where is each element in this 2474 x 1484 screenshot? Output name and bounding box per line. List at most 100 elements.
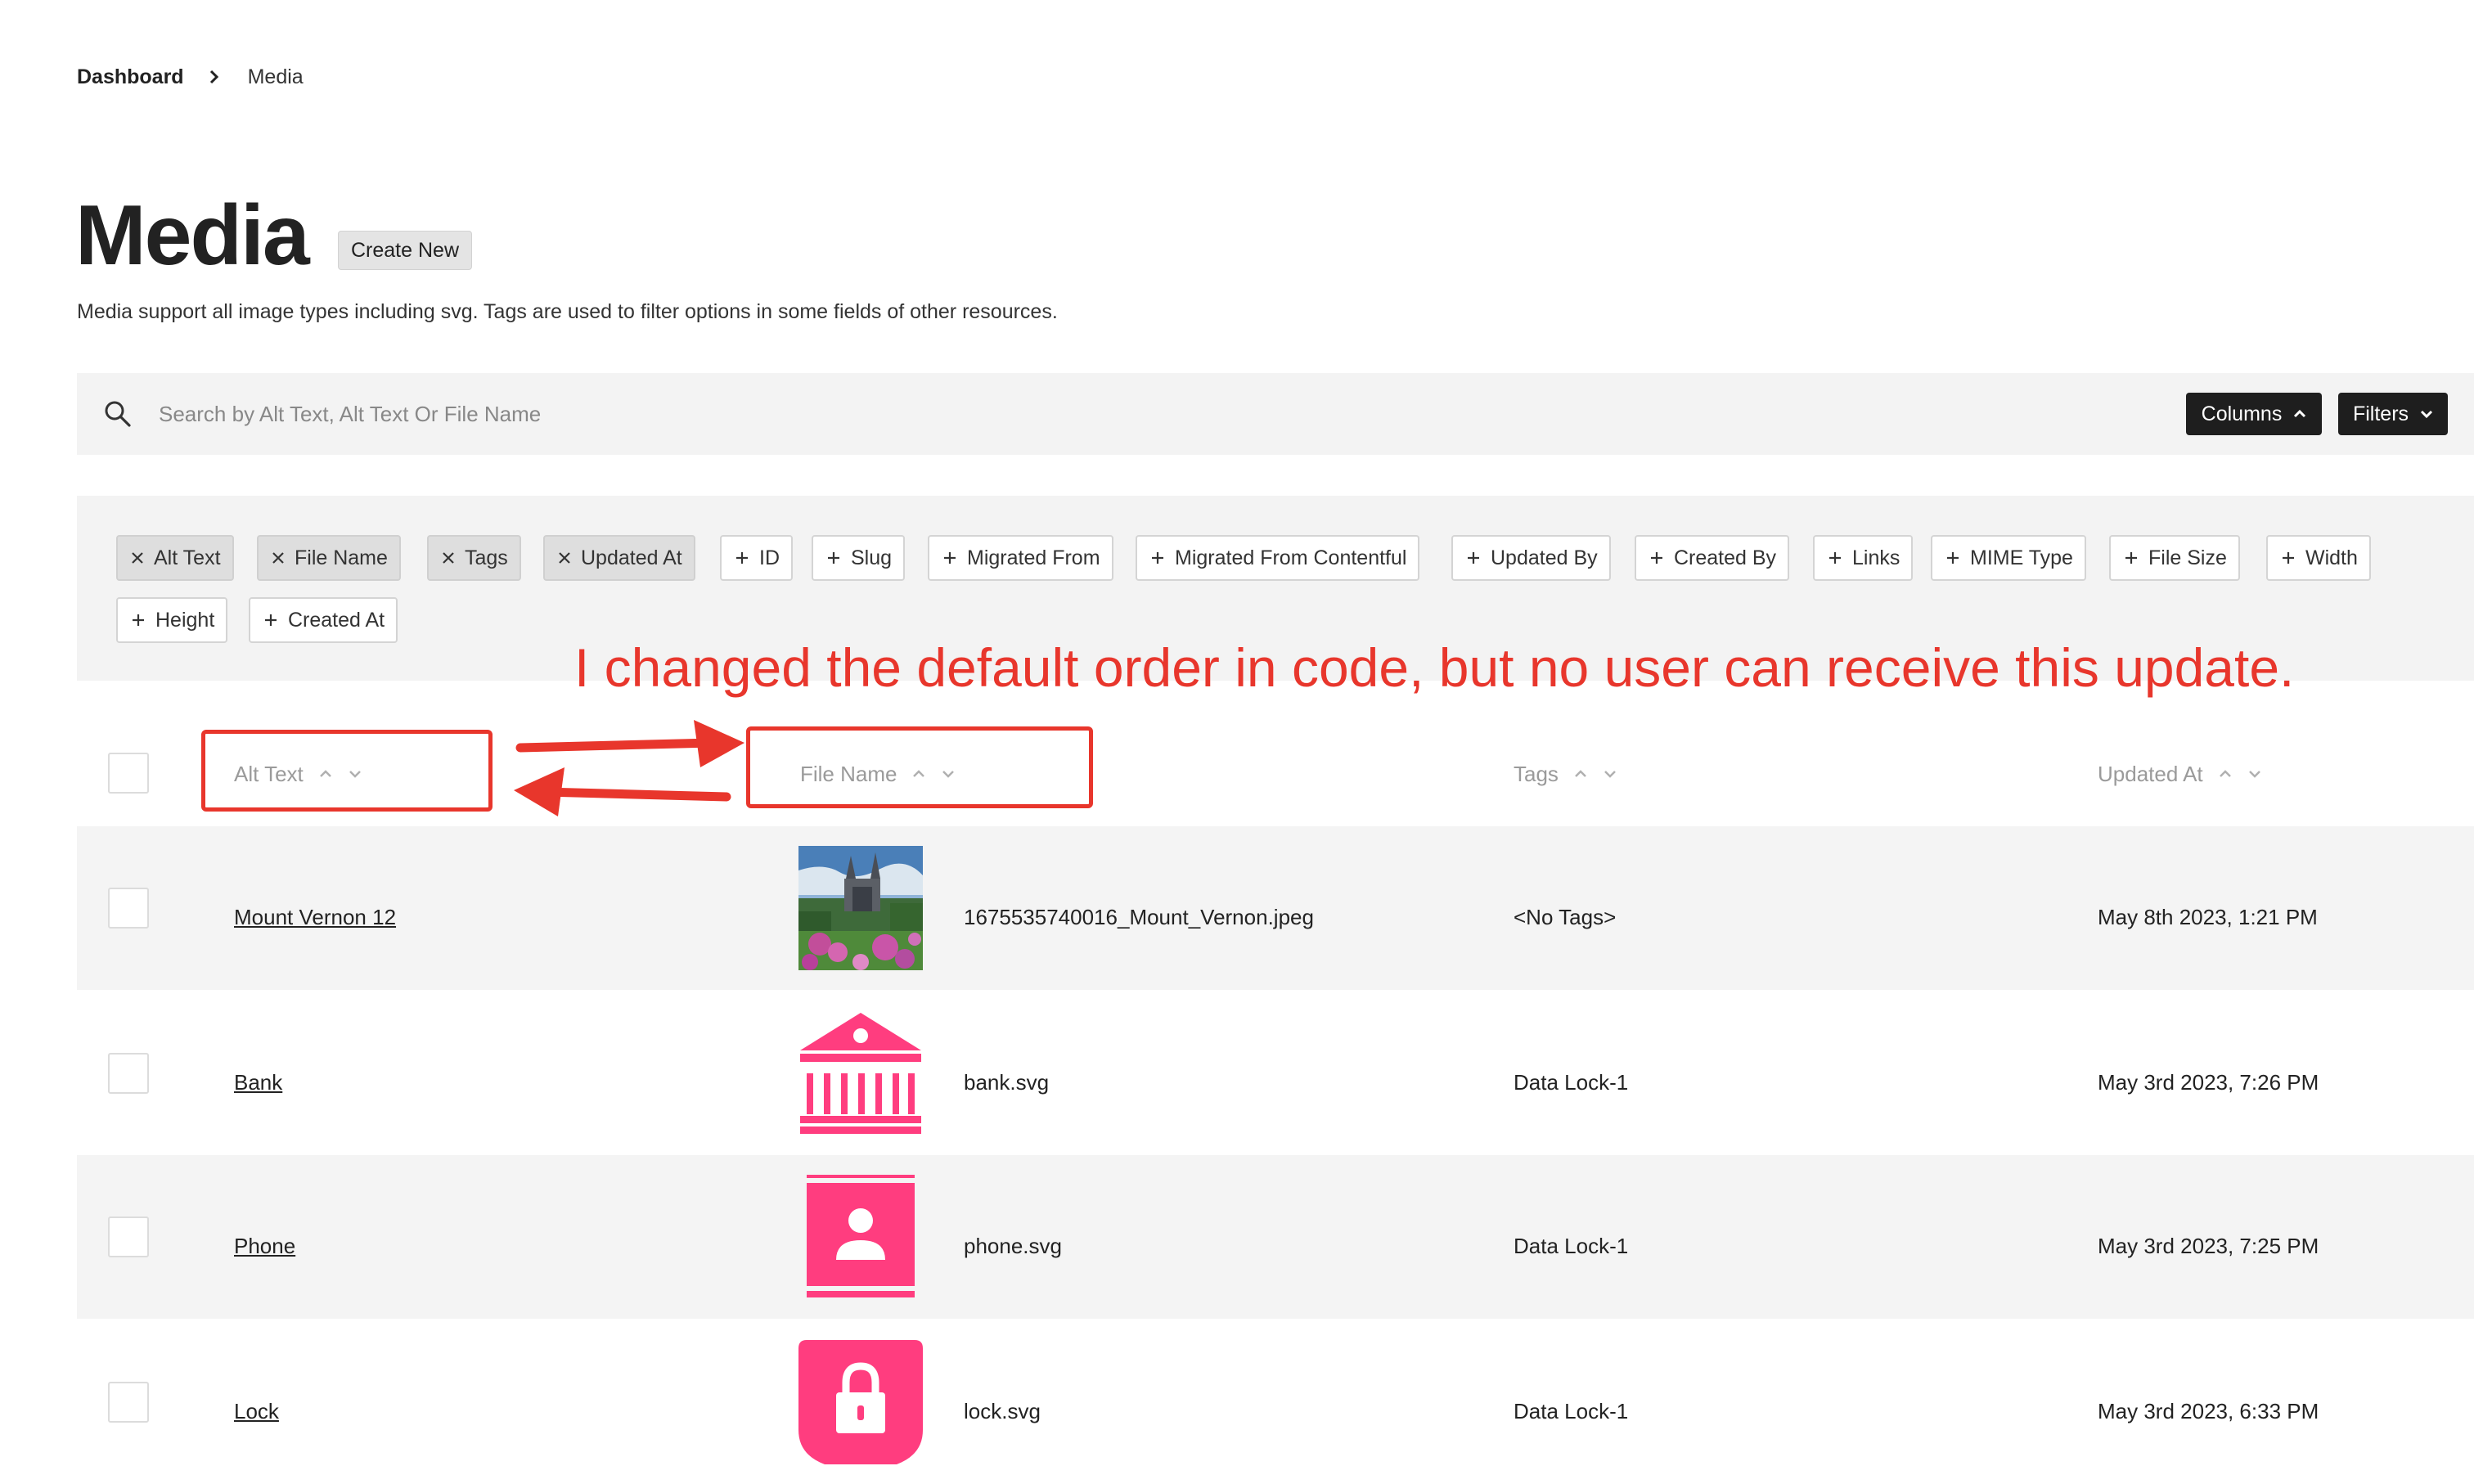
close-icon (132, 552, 143, 564)
row-updated-at: May 3rd 2023, 6:33 PM (2098, 1399, 2319, 1423)
plus-icon (1152, 552, 1163, 564)
column-pill-label: File Name (295, 546, 388, 569)
columns-button[interactable]: Columns (2186, 393, 2322, 435)
column-pill-label: Created At (288, 608, 385, 632)
mount-vernon-photo-thumbnail[interactable] (798, 846, 923, 970)
row-updated-at: May 3rd 2023, 7:26 PM (2098, 1070, 2319, 1095)
filters-button[interactable]: Filters (2338, 393, 2448, 435)
row-file-name: bank.svg (964, 1070, 1050, 1095)
column-pill-width[interactable]: Width (2266, 535, 2371, 581)
plus-icon (133, 614, 144, 626)
row-file-name: phone.svg (964, 1234, 1062, 1258)
table-row[interactable]: Mount Vernon 12 1675535740016_Mount_Vern… (77, 826, 2474, 990)
column-pill-migrated-from-contentful[interactable]: Migrated From Contentful (1136, 535, 1420, 581)
bank-icon[interactable] (798, 1011, 923, 1135)
row-tags: <No Tags> (1514, 905, 1617, 929)
column-pill-id[interactable]: ID (720, 535, 793, 581)
column-pill-label: Created By (1674, 546, 1777, 569)
chevron-right-icon (209, 69, 220, 85)
row-file-name: lock.svg (964, 1399, 1041, 1423)
row-tags: Data Lock-1 (1514, 1234, 1629, 1258)
columns-button-label: Columns (2201, 402, 2283, 425)
column-header-tags[interactable]: Tags (1514, 756, 1617, 792)
search-bar: Columns Filters (77, 373, 2474, 455)
chevron-up-icon (2294, 409, 2306, 418)
row-checkbox[interactable] (108, 1382, 149, 1423)
row-tags: Data Lock-1 (1514, 1070, 1629, 1095)
filters-button-label: Filters (2352, 402, 2409, 425)
sort-descending-icon[interactable] (2247, 769, 2262, 779)
close-icon (272, 552, 284, 564)
column-pill-migrated-from[interactable]: Migrated From (928, 535, 1113, 581)
column-pill-updated-at[interactable]: Updated At (543, 535, 695, 581)
close-icon (443, 552, 454, 564)
breadcrumb-dashboard-link[interactable]: Dashboard (77, 65, 184, 89)
create-new-button[interactable]: Create New (338, 231, 472, 270)
sort-descending-icon[interactable] (1603, 769, 1617, 779)
column-pill-label: Alt Text (154, 546, 221, 569)
column-pill-links[interactable]: Links (1813, 535, 1914, 581)
annotation-text: I changed the default order in code, but… (574, 637, 2295, 698)
table-row[interactable]: Lock lock.svg Data Lock-1 May 3rd 2023, … (77, 1320, 2474, 1484)
column-pill-label: Migrated From (967, 546, 1100, 569)
search-icon (103, 399, 133, 429)
column-pill-label: File Size (2148, 546, 2227, 569)
column-header-updated-at[interactable]: Updated At (2098, 756, 2262, 792)
page-title: Media (75, 188, 310, 283)
column-pill-slug[interactable]: Slug (812, 535, 906, 581)
plus-icon (944, 552, 956, 564)
row-file-name: 1675535740016_Mount_Vernon.jpeg (964, 905, 1314, 929)
plus-icon (736, 552, 748, 564)
plus-icon (1651, 552, 1662, 564)
row-alt-text-link[interactable]: Lock (234, 1399, 279, 1424)
row-alt-text-link[interactable]: Bank (234, 1070, 282, 1095)
plus-icon (1468, 552, 1479, 564)
column-header-label: File Name (800, 761, 897, 786)
row-checkbox[interactable] (108, 1216, 149, 1257)
phone-icon[interactable] (798, 1175, 923, 1299)
close-icon (559, 552, 570, 564)
breadcrumb-current: Media (247, 65, 304, 88)
column-pill-file-size[interactable]: File Size (2109, 535, 2240, 581)
plus-icon (1947, 552, 1959, 564)
column-pill-alt-text[interactable]: Alt Text (116, 535, 234, 581)
table-row[interactable]: Bank bank.svg Data Lock-1 May 3rd 2023, … (77, 992, 2474, 1155)
sort-descending-icon[interactable] (348, 769, 362, 779)
row-alt-text-link[interactable]: Phone (234, 1234, 295, 1259)
plus-icon (265, 614, 277, 626)
sort-descending-icon[interactable] (941, 769, 956, 779)
column-pill-label: Height (155, 608, 215, 632)
select-all-checkbox[interactable] (108, 753, 149, 794)
column-header-alt-text[interactable]: Alt Text (234, 756, 362, 792)
column-pill-label: Links (1852, 546, 1900, 569)
column-pill-updated-by[interactable]: Updated By (1451, 535, 1611, 581)
page-description: Media support all image types including … (77, 300, 1058, 323)
column-pill-file-name[interactable]: File Name (257, 535, 401, 581)
column-header-label: Tags (1514, 761, 1559, 786)
row-updated-at: May 3rd 2023, 7:25 PM (2098, 1234, 2319, 1258)
breadcrumb: Dashboard Media (77, 61, 304, 93)
column-pill-label: MIME Type (1970, 546, 2073, 569)
table-row[interactable]: Phone phone.svg Data Lock-1 May 3rd 2023… (77, 1155, 2474, 1319)
column-pill-tags[interactable]: Tags (427, 535, 521, 581)
column-pill-mime-type[interactable]: MIME Type (1931, 535, 2086, 581)
lock-icon[interactable] (798, 1340, 923, 1464)
column-pill-created-by[interactable]: Created By (1635, 535, 1790, 581)
search-input[interactable] (159, 393, 1631, 435)
row-alt-text-link[interactable]: Mount Vernon 12 (234, 905, 396, 930)
plus-icon (2125, 552, 2137, 564)
row-checkbox[interactable] (108, 1053, 149, 1094)
sort-ascending-icon[interactable] (1573, 769, 1588, 779)
row-checkbox[interactable] (108, 888, 149, 929)
column-pill-label: Updated By (1491, 546, 1598, 569)
column-pill-height[interactable]: Height (116, 597, 228, 643)
sort-ascending-icon[interactable] (2218, 769, 2233, 779)
column-header-label: Alt Text (234, 761, 304, 786)
plus-icon (828, 552, 839, 564)
row-tags: Data Lock-1 (1514, 1399, 1629, 1423)
column-pill-created-at[interactable]: Created At (249, 597, 398, 643)
sort-ascending-icon[interactable] (318, 769, 333, 779)
column-pill-label: Width (2305, 546, 2358, 569)
column-header-file-name[interactable]: File Name (800, 756, 956, 792)
sort-ascending-icon[interactable] (911, 769, 926, 779)
